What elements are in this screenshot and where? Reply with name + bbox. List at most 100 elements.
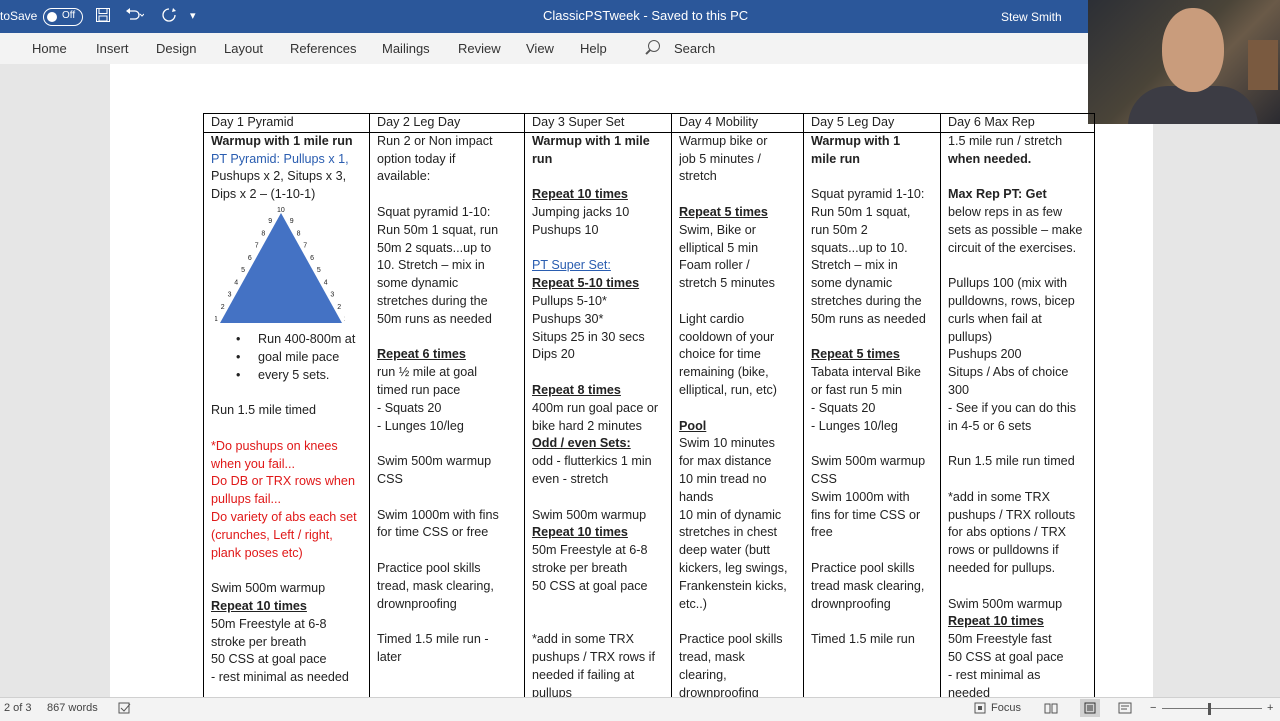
cell-line: Swim 500m warmup: [948, 596, 1063, 611]
pyramid-number: 6: [248, 255, 252, 262]
cell-line: Pushups 30*: [532, 311, 604, 326]
col-day6[interactable]: 1.5 mile run / stretch when needed. Max Re…: [940, 131, 1095, 704]
cell-line: [211, 562, 362, 580]
cell-line: Do DB or TRX rows when: [211, 474, 355, 489]
cell-line: Repeat 6 times: [377, 347, 466, 362]
tab-home[interactable]: Home: [32, 41, 67, 56]
cell-line: run 50m 2: [811, 222, 868, 237]
cell-line: Timed 1.5 mile run: [811, 632, 915, 647]
pyramid-diagram: 12345678910987654321: [215, 207, 345, 323]
cell-line: available:: [377, 169, 431, 184]
cell-line: elliptical 5 min: [679, 240, 759, 255]
pyramid-number: 7: [303, 243, 307, 250]
web-layout-icon[interactable]: [1118, 702, 1132, 717]
tab-view[interactable]: View: [526, 41, 554, 56]
header-cell[interactable]: Day 3 Super Set: [524, 113, 672, 133]
cell-line: goal mile pace: [211, 349, 362, 367]
cell-line: Dips x 2 – (1-10-1): [211, 187, 316, 202]
pyramid-number: 2: [221, 304, 225, 311]
cell-line: [811, 329, 933, 347]
cell-line: - rest minimal as needed: [211, 670, 349, 685]
cell-line: [532, 364, 664, 382]
cell-line: Pullups 5-10*: [532, 293, 607, 308]
cell-line: Pushups x 2, Situps x 3,: [211, 169, 347, 184]
tab-help[interactable]: Help: [580, 41, 607, 56]
cell-line: stretches in chest: [679, 525, 777, 540]
read-mode-icon[interactable]: [1044, 702, 1058, 717]
cell-line: drownproofing: [377, 596, 457, 611]
cell-line: [679, 186, 796, 204]
zoom-slider[interactable]: [1162, 708, 1262, 709]
tab-references[interactable]: References: [290, 41, 356, 56]
cell-line: [948, 257, 1087, 275]
customize-qat-icon[interactable]: ▾: [190, 9, 196, 22]
cell-line: [948, 435, 1087, 453]
cell-line: cooldown of your: [679, 329, 775, 344]
col-day3[interactable]: Warmup with 1 mile run Repeat 10 times Jump…: [524, 131, 672, 704]
autosave-toggle[interactable]: Off: [43, 8, 83, 26]
save-icon[interactable]: [95, 7, 111, 28]
search-icon[interactable]: [648, 40, 660, 52]
header-cell[interactable]: Day 1 Pyramid: [203, 113, 370, 133]
zoom-out-icon[interactable]: −: [1150, 702, 1156, 714]
cell-line: later: [377, 649, 402, 664]
cell-line: tread, mask: [679, 649, 745, 664]
cell-line: elliptical, run, etc): [679, 382, 777, 397]
cell-line: option today if: [377, 151, 456, 166]
autosave-label: toSave: [0, 9, 38, 23]
cell-line: Frankenstein kicks,: [679, 578, 787, 593]
cell-line: Do variety of abs each set: [211, 509, 357, 524]
focus-label[interactable]: Focus: [991, 702, 1021, 714]
header-cell[interactable]: Day 5 Leg Day: [803, 113, 941, 133]
tab-layout[interactable]: Layout: [224, 41, 263, 56]
word-count[interactable]: 867 words: [47, 702, 98, 714]
tab-insert[interactable]: Insert: [96, 41, 129, 56]
pyramid-number: 8: [297, 230, 301, 237]
col-day2[interactable]: Run 2 or Non impact option today if availa…: [369, 131, 525, 704]
cell-line: [377, 435, 517, 453]
cell-line: Repeat 10 times: [948, 614, 1044, 629]
cell-line: [532, 240, 664, 258]
workout-table: Day 1 Pyramid Day 2 Leg Day Day 3 Super …: [203, 113, 1095, 704]
cell-line: or fast run 5 min: [811, 382, 902, 397]
cell-line: PT Super Set:: [532, 258, 611, 273]
undo-icon[interactable]: [124, 7, 145, 28]
cell-line: Max Rep PT: Get: [948, 187, 1047, 202]
redo-icon[interactable]: [160, 7, 178, 28]
cell-line: Pullups 100 (mix with: [948, 276, 1067, 291]
cell-line: Swim, Bike or: [679, 222, 756, 237]
tab-review[interactable]: Review: [458, 41, 501, 56]
cell-line: 50m runs as needed: [811, 311, 926, 326]
tab-design[interactable]: Design: [156, 41, 196, 56]
cell-line: tread, mask clearing,: [377, 578, 494, 593]
pyramid-number: 10: [277, 207, 285, 214]
zoom-thumb[interactable]: [1208, 703, 1211, 715]
zoom-in-icon[interactable]: +: [1267, 702, 1273, 714]
user-name[interactable]: Stew Smith: [1001, 10, 1062, 24]
proofing-icon[interactable]: [118, 702, 132, 717]
col-day5[interactable]: Warmup with 1 mile run Squat pyramid 1-10:…: [803, 131, 941, 704]
header-cell[interactable]: Day 4 Mobility: [671, 113, 804, 133]
search-label[interactable]: Search: [674, 41, 715, 56]
cell-line: *add in some TRX: [948, 489, 1050, 504]
focus-icon[interactable]: [974, 702, 986, 717]
tab-mailings[interactable]: Mailings: [382, 41, 430, 56]
col-day4[interactable]: Warmup bike or job 5 minutes / stretch Repe…: [671, 131, 804, 704]
page-indicator[interactable]: 2 of 3: [4, 702, 32, 714]
cell-line: Pushups 10: [532, 222, 599, 237]
status-bar: 2 of 3 867 words Focus − +: [0, 697, 1280, 721]
header-cell[interactable]: Day 6 Max Rep: [940, 113, 1095, 133]
cell-line: Jumping jacks 10: [532, 204, 630, 219]
toggle-knob: [47, 12, 57, 22]
pyramid-number: 7: [255, 243, 259, 250]
header-cell[interactable]: Day 2 Leg Day: [369, 113, 525, 133]
cell-line: curls when fail at: [948, 311, 1042, 326]
cell-line: [948, 168, 1087, 186]
cell-line: [211, 420, 362, 438]
cell-line: Tabata interval Bike: [811, 365, 921, 380]
pyramid-number: 5: [317, 267, 321, 274]
cell-line: 50 CSS at goal pace: [948, 649, 1064, 664]
print-layout-icon[interactable]: [1080, 699, 1100, 717]
cell-line: 10. Stretch – mix in: [377, 258, 485, 273]
col-day1[interactable]: Warmup with 1 mile run PT Pyramid: Pullup…: [203, 131, 370, 704]
